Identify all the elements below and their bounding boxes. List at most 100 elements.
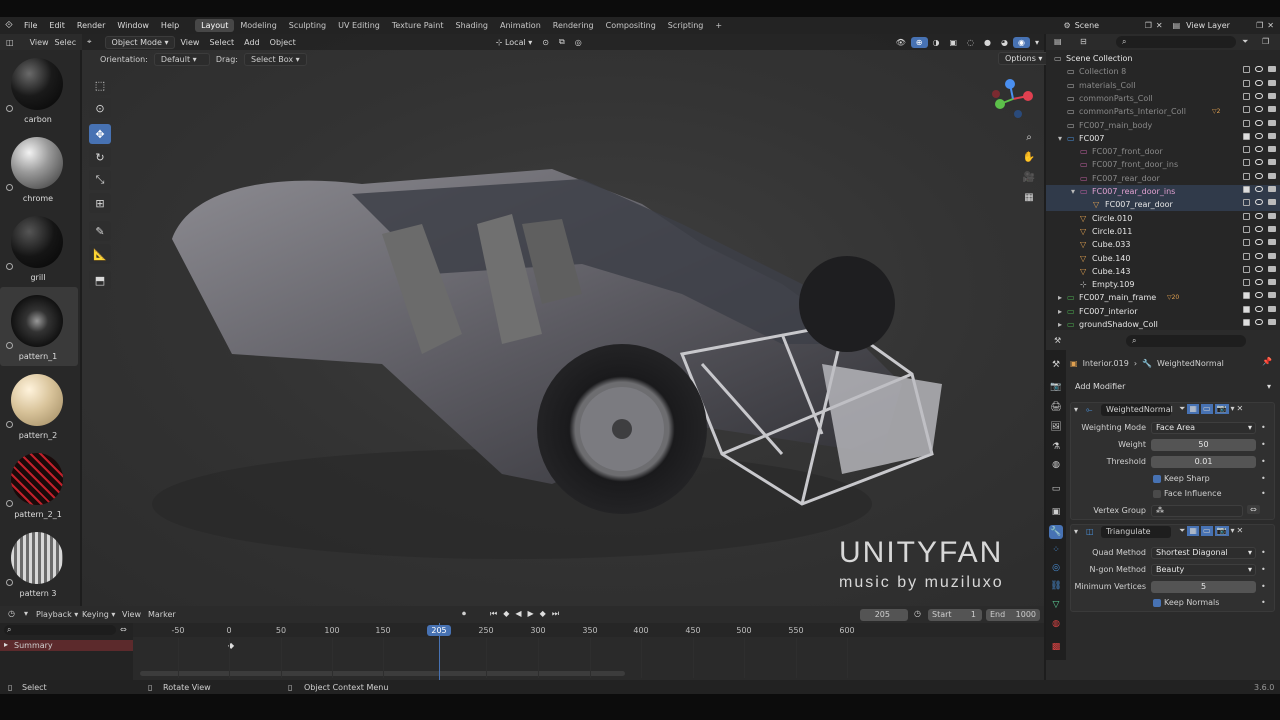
outliner-row[interactable]: ▭ Scene Collection <box>1046 52 1280 65</box>
asset-select-menu[interactable]: Selec <box>55 38 77 47</box>
exclude-checkbox[interactable] <box>1243 319 1250 326</box>
exclude-checkbox[interactable] <box>1243 225 1250 233</box>
data-tab-icon[interactable]: ▽ <box>1049 598 1063 612</box>
material-tab-icon[interactable]: ◍ <box>1049 617 1063 631</box>
clock-icon[interactable]: ◷ <box>8 609 15 618</box>
outliner-row[interactable]: ▾ ▭ FC007 <box>1046 132 1280 145</box>
eye-icon[interactable] <box>1255 212 1263 219</box>
expand-arrow-icon[interactable]: ▸ <box>1058 318 1062 330</box>
object-tab-icon[interactable]: ▣ <box>1049 505 1063 519</box>
vertex-group-field[interactable]: ⁂ <box>1151 505 1243 517</box>
expand-arrow-icon[interactable]: ▾ <box>1071 185 1075 198</box>
particles-tab-icon[interactable]: ⁘ <box>1049 543 1063 557</box>
outliner-row[interactable]: ⊹ Empty.109 <box>1046 278 1280 291</box>
camera-render-icon[interactable] <box>1268 212 1276 219</box>
modifier-name-field[interactable]: WeightedNormal <box>1101 404 1173 416</box>
timeline-area[interactable]: ⌕ ⇔ Summary ▸ ◆ <box>0 623 1044 680</box>
properties-search-input[interactable]: ⌕ <box>1126 335 1246 347</box>
minimum-vertices-field[interactable]: 5 <box>1151 581 1256 593</box>
render-icon[interactable]: 📷 <box>1214 526 1229 536</box>
delete-scene-icon[interactable]: ✕ <box>1156 21 1163 30</box>
measure-tool-icon[interactable]: 📐 <box>89 244 111 264</box>
output-tab-icon[interactable]: 🖨 <box>1049 400 1063 414</box>
eye-icon[interactable] <box>1255 252 1263 259</box>
workspace-tab-layout[interactable]: Layout <box>195 19 235 32</box>
exclude-checkbox[interactable] <box>1243 212 1250 220</box>
camera-render-icon[interactable] <box>1268 252 1276 259</box>
workspace-tab-shading[interactable]: Shading <box>449 19 494 32</box>
camera-render-icon[interactable] <box>1268 132 1276 139</box>
weighting-mode-dropdown[interactable]: Face Area ▾ <box>1151 422 1256 434</box>
eye-icon[interactable] <box>1255 225 1263 232</box>
camera-render-icon[interactable] <box>1268 159 1276 166</box>
camera-render-icon[interactable] <box>1268 92 1276 99</box>
eye-icon[interactable] <box>1255 319 1263 325</box>
menu-render[interactable]: Render <box>71 21 111 30</box>
orientation-dropdown[interactable]: Default ▾ <box>153 52 210 66</box>
shading-rendered-icon[interactable]: ◉ <box>1013 36 1030 48</box>
eye-icon[interactable] <box>1255 132 1263 139</box>
outliner-row[interactable]: ▭ commonParts_Interior_Coll ▽2 <box>1046 105 1280 118</box>
current-frame-field[interactable]: 205 <box>860 609 908 621</box>
outliner-row[interactable]: ▾ ▭ FC007_rear_door_ins <box>1046 185 1280 198</box>
threshold-field[interactable]: 0.01 <box>1151 456 1256 468</box>
eye-icon[interactable] <box>1255 79 1263 86</box>
expand-arrow-icon[interactable]: ▸ <box>1058 305 1062 318</box>
exclude-checkbox[interactable] <box>1243 92 1250 100</box>
menu-edit[interactable]: Edit <box>43 21 71 30</box>
pivot-point-icon[interactable]: ⊙ <box>537 37 554 48</box>
exclude-checkbox[interactable] <box>1243 265 1250 273</box>
asset-view-menu[interactable]: View <box>30 38 49 47</box>
workspace-tab-compositing[interactable]: Compositing <box>600 19 662 32</box>
close-icon[interactable]: ✕ <box>1237 526 1244 536</box>
end-frame-field[interactable]: End 1000 <box>986 609 1040 621</box>
eye-icon[interactable] <box>1255 92 1263 99</box>
keyframe-dot-icon[interactable]: • <box>1261 565 1266 574</box>
overlay-toggle-icon[interactable]: ◑ <box>928 37 945 48</box>
physics-tab-icon[interactable]: ◎ <box>1049 561 1063 575</box>
eye-icon[interactable] <box>1255 292 1263 299</box>
render-tab-icon[interactable]: 📷 <box>1049 380 1063 394</box>
play-icon[interactable]: ▶ <box>528 609 534 619</box>
outliner-row[interactable]: ▽ Circle.011 <box>1046 225 1280 238</box>
display-mode-icon[interactable]: ⊟ <box>1080 37 1087 46</box>
workspace-tab-rendering[interactable]: Rendering <box>547 19 600 32</box>
pin-icon[interactable]: 📌 <box>1262 357 1272 366</box>
select-box-tool-icon[interactable]: ⬚ <box>89 75 111 95</box>
shading-options-icon[interactable]: ▾ <box>1030 37 1044 48</box>
material-item-selected[interactable]: pattern_1 <box>0 287 78 366</box>
add-modifier-button[interactable]: Add Modifier ▾ <box>1070 380 1275 393</box>
outliner-row[interactable]: ▭ FC007_main_body <box>1046 119 1280 132</box>
prev-keyframe-icon[interactable]: ◆ <box>503 609 509 619</box>
record-icon[interactable]: ⏺ <box>462 609 466 619</box>
transform-tool-icon[interactable]: ⊞ <box>89 193 111 213</box>
tool-tab-icon[interactable]: ⚒ <box>1049 358 1063 372</box>
stopwatch-icon[interactable]: ◷ <box>914 609 921 618</box>
outliner-row[interactable]: ▽ Cube.140 <box>1046 252 1280 265</box>
exclude-checkbox[interactable] <box>1243 79 1250 87</box>
keep-normals-checkbox[interactable] <box>1153 599 1161 607</box>
rotate-tool-icon[interactable]: ↻ <box>89 147 111 167</box>
options-dropdown[interactable]: Options ▾ <box>998 52 1050 65</box>
proportional-edit-icon[interactable]: ◎ <box>570 37 587 48</box>
outliner-row[interactable]: ▽ Cube.143 <box>1046 265 1280 278</box>
eye-icon[interactable] <box>1255 146 1263 153</box>
scene-tab-icon[interactable]: ⚗ <box>1049 440 1063 454</box>
zoom-icon[interactable]: ⌕ <box>1020 128 1038 146</box>
eye-icon[interactable] <box>1255 305 1263 312</box>
viewport-add-menu[interactable]: Add <box>239 37 265 48</box>
eye-icon[interactable] <box>1255 265 1263 272</box>
viewport-view-menu[interactable]: View <box>175 37 204 48</box>
outliner-row[interactable]: ▽ Cube.033 <box>1046 238 1280 251</box>
camera-view-icon[interactable]: 🎥 <box>1020 168 1038 186</box>
exclude-checkbox[interactable] <box>1243 146 1250 154</box>
cursor-tool-icon[interactable]: ⊙ <box>89 98 111 118</box>
outliner-row[interactable]: ▭ FC007_front_door_ins <box>1046 158 1280 171</box>
keyframe-dot-icon[interactable]: • <box>1261 457 1266 466</box>
summary-channel[interactable]: Summary <box>0 640 133 651</box>
visibility-icon[interactable]: 👁 <box>891 37 911 48</box>
exclude-checkbox[interactable] <box>1243 66 1250 74</box>
gizmo-toggle-icon[interactable]: ⊕ <box>910 36 928 48</box>
outliner-row[interactable]: ▭ materials_Coll <box>1046 79 1280 92</box>
exclude-checkbox[interactable] <box>1243 292 1250 300</box>
